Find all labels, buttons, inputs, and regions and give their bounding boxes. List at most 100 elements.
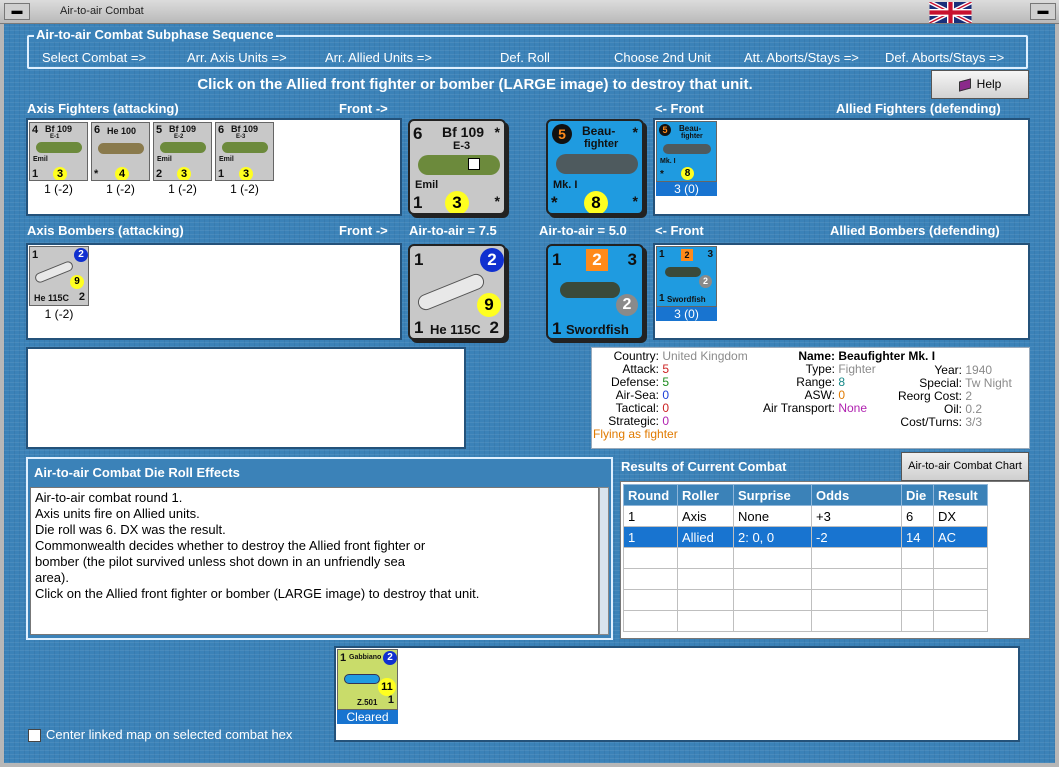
window-control-button[interactable]: ▬ [1030,3,1056,20]
sequence-step-arr-allied: Arr. Allied Units => [325,50,432,65]
counter-caption: 1 (-2) [168,182,197,196]
air-transport-label: Air Transport: [762,401,835,415]
axis-bombers-header: Axis Bombers (attacking) [27,223,184,238]
counter-name: Swordfish [566,322,629,337]
col-die[interactable]: Die [901,484,934,506]
counter-bottom-left: 1 [218,168,225,180]
system-menu-button[interactable]: ▬ [4,3,30,20]
air-to-air-combat-chart-button[interactable]: Air-to-air Combat Chart [901,452,1029,481]
axis-front-bomber-counter[interactable]: 1 2 9 1 He 115C 2 [408,244,506,340]
cleared-caption: Cleared [337,710,398,724]
plane-icon [663,144,711,154]
counter-sub: E-3 [453,140,471,152]
year-value: 1940 [965,363,993,377]
allied-front-bomber-counter[interactable]: 1 2 3 2 1 Swordfish [546,244,644,340]
counter-bottom-left: 2 [156,168,163,180]
name-value: Beaufighter Mk. I [838,349,936,363]
plane-icon [33,259,75,285]
table-row[interactable]: 1 Allied 2: 0, 0 -2 14 AC [623,526,988,548]
flying-as-text: Flying as fighter [593,427,678,441]
attack-value: 5 [662,362,670,376]
col-surprise[interactable]: Surprise [733,484,812,506]
counter-attack: 4 [32,124,39,136]
allied-fighters-front-label: <- Front [655,101,704,116]
axis-fighter-counter[interactable]: 5 Bf 109 E-2 Emil 2 3 [153,122,212,181]
counter-top-right: 3 [707,249,713,260]
counter-attack: 1 [552,250,562,269]
sequence-step-def-aborts: Def. Aborts/Stays => [885,50,1005,65]
oil-value: 0.2 [965,402,983,416]
allied-bomber-counter[interactable]: 1 2 3 2 1 Swordfish [656,246,717,307]
col-result[interactable]: Result [933,484,988,506]
plane-icon [418,155,500,175]
counter-air-to-air: 3 [53,167,67,180]
col-roller[interactable]: Roller [677,484,734,506]
instruction-text: Click on the Allied front fighter or bom… [197,76,753,93]
counter-name: He 115C [430,322,481,337]
results-header-row: Round Roller Surprise Odds Die Result [623,484,988,506]
counter-bottom-left: * [94,168,99,180]
counter-star: * [494,193,500,209]
sequence-step-def-roll: Def. Roll [500,50,550,65]
counter-note: Emil [219,156,234,163]
counter-name: Beau- [679,124,702,133]
unit-info-panel: Country: United Kingdom Attack: 5 Defens… [591,347,1030,449]
defense-value: 5 [662,375,670,389]
sequence-step-choose-2nd: Choose 2nd Unit [614,50,711,65]
asw-value: 0 [838,388,846,402]
cell-odds: +3 [811,505,902,527]
axis-fighters-front-label: Front -> [339,101,388,116]
counter-caption: 1 (-2) [230,182,259,196]
plane-icon [415,271,487,313]
help-button[interactable]: Help [931,70,1029,99]
counter-bottom-right: 2 [78,291,85,303]
counter-sub: E-1 [50,134,60,140]
reorg-value: 2 [965,389,973,403]
axis-bomber-counter[interactable]: 1 2 9 He 115C 2 [29,246,89,306]
sequence-title: Air-to-air Combat Subphase Sequence [34,27,276,42]
table-row[interactable]: 1 Axis None +3 6 DX [623,505,988,527]
counter-attack: 5 [659,124,671,136]
counter-sub: E-2 [174,134,184,140]
axis-fighter-counter[interactable]: 6 Bf 109 E-3 Emil 1 3 [215,122,274,181]
sequence-step-att-aborts: Att. Aborts/Stays => [744,50,859,65]
counter-air-to-air: 9 [477,293,501,317]
special-value: Tw Night [965,376,1012,390]
center-map-checkbox[interactable] [28,729,41,742]
cleared-unit-counter[interactable]: 1 Gabbiano 2 11 1 Z.501 [337,649,398,710]
die-roll-scrollbar[interactable] [599,487,609,635]
counter-air-to-air: 2 [616,294,638,316]
title-bar: ▬ Air-to-air Combat ▬ [0,0,1059,24]
cell-roller: Allied [677,526,734,548]
cell-round: 1 [623,505,678,527]
axis-air-to-air-value: Air-to-air = 7.5 [409,223,497,238]
results-title: Results of Current Combat [621,459,787,474]
counter-caption: 3 (0) [656,307,717,321]
axis-fighter-counter[interactable]: 4 Bf 109 E-1 Emil 1 3 [29,122,88,181]
plane-icon [556,154,638,174]
cell-result: AC [933,526,988,548]
counter-bottom-left: 1 [413,193,423,212]
cleared-units-panel[interactable] [334,646,1020,742]
cost-label: Cost/Turns: [900,415,962,429]
col-odds[interactable]: Odds [811,484,902,506]
results-table: Round Roller Surprise Odds Die Result 1 … [623,484,988,632]
die-roll-line: Commonwealth decides whether to destroy … [35,538,426,553]
cell-die: 6 [901,505,934,527]
plane-icon [98,143,144,154]
axis-front-fighter-counter[interactable]: 6 Bf 109 E-3 * Emil 1 3 * [408,119,506,215]
counter-bottom-left: 1 [414,318,424,337]
allied-fighter-counter[interactable]: 5 Beau- fighter Mk. I * 8 [656,121,717,182]
counter-note: Mk. I [553,179,578,191]
counter-attack: 5 [552,124,572,144]
allied-front-fighter-counter[interactable]: 5 Beau- fighter * Mk. I * 8 * [546,119,644,215]
counter-attack: 1 [32,249,39,261]
col-round[interactable]: Round [623,484,678,506]
axis-fighter-counter[interactable]: 6 He 100 * 4 [91,122,150,181]
airsea-value: 0 [662,388,670,402]
counter-air-to-air: 3 [239,167,253,180]
cell-surprise: 2: 0, 0 [733,526,812,548]
cell-die: 14 [901,526,934,548]
unit-info-right: Year: 1940 Special: Tw Night Reorg Cost:… [874,364,1012,429]
die-roll-line: Click on the Allied front fighter or bom… [35,586,480,601]
